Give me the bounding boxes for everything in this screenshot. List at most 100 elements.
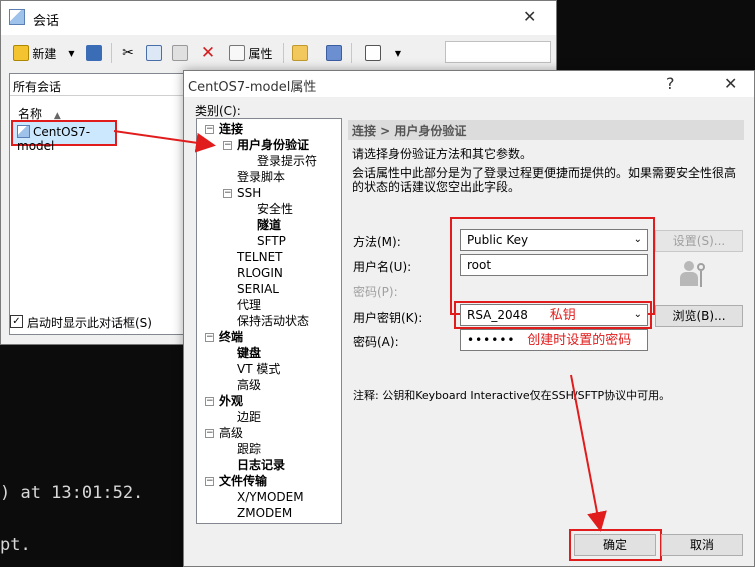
connect-button[interactable]	[83, 41, 105, 65]
properties-icon	[229, 45, 246, 61]
tree-item[interactable]: 终端	[219, 329, 243, 345]
dialog-title: CentOS7-model属性	[188, 80, 317, 95]
note-text: 注释: 公钥和Keyboard Interactive仅在SSH/SFTP协议中…	[353, 389, 671, 402]
ok-button[interactable]: 确定	[574, 534, 656, 556]
terminal-line: ) at 13:01:52.	[0, 483, 144, 503]
tree-item[interactable]: 连接	[219, 121, 243, 137]
tree-item[interactable]: 文件传输	[219, 473, 267, 489]
user-key-select[interactable]: RSA_2048 私钥 ⌄	[460, 304, 648, 326]
dropdown-arrow-icon: ▼	[68, 48, 75, 58]
tree-item[interactable]: 跟踪	[237, 441, 261, 457]
grid-button[interactable]	[323, 41, 345, 65]
tree-expander-icon[interactable]: −	[205, 125, 214, 134]
tree-item[interactable]: 登录提示符	[257, 153, 317, 169]
tree-item[interactable]: TELNET	[237, 249, 283, 265]
tree-item[interactable]: 高级	[237, 377, 261, 393]
tree-item[interactable]: 代理	[237, 297, 261, 313]
close-icon[interactable]: ✕	[724, 74, 737, 93]
dialog-titlebar: CentOS7-model属性 ? ✕	[184, 71, 754, 97]
toolbar-separator	[111, 43, 112, 63]
chevron-down-icon: ⌄	[633, 234, 642, 245]
session-item-centos7[interactable]: CentOS7-model	[11, 120, 117, 153]
tree-item[interactable]: 保持活动状态	[237, 313, 309, 329]
delete-x-icon: ✕	[200, 43, 216, 63]
tree-item[interactable]: RLOGIN	[237, 265, 283, 281]
category-tree: − 连接 − 用户身份验证 登录提示符 登录脚本 − SSH 安全性 隧道 SFTP TELNET RL…	[196, 118, 342, 524]
tree-item[interactable]: 安全性	[257, 201, 293, 217]
copy-icon	[146, 45, 162, 61]
properties-button[interactable]: 属性	[225, 41, 277, 65]
sessions-panel: 所有会话 名称 ▲ CentOS7-model	[9, 73, 189, 335]
passphrase-field[interactable]: •••••• 创建时设置的密码	[460, 329, 648, 351]
passphrase-annotation: 创建时设置的密码	[527, 333, 632, 348]
show-on-startup-checkbox[interactable]: ✓	[10, 315, 23, 328]
tree-item[interactable]: 外观	[219, 393, 243, 409]
tree-item[interactable]: ZMODEM	[237, 505, 292, 521]
new-button-label: 新建	[32, 46, 57, 61]
tree-expander-icon[interactable]: −	[205, 477, 214, 486]
terminal-line: pt.	[0, 535, 31, 555]
column-header-label: 名称	[18, 107, 43, 121]
paste-icon	[172, 45, 188, 61]
tree-item[interactable]: 日志记录	[237, 457, 285, 473]
search-input[interactable]	[445, 41, 551, 63]
username-field[interactable]: root	[460, 254, 648, 276]
tree-expander-icon[interactable]: −	[205, 333, 214, 342]
cancel-button[interactable]: 取消	[661, 534, 743, 556]
properties-button-label: 属性	[248, 46, 273, 61]
close-icon[interactable]: ✕	[523, 7, 536, 26]
tree-item[interactable]: 隧道	[257, 217, 281, 233]
show-on-startup-label: 启动时显示此对话框(S)	[27, 316, 152, 330]
username-label: 用户名(U):	[353, 260, 412, 274]
tree-item[interactable]: VT 模式	[237, 361, 280, 377]
properties-dialog: CentOS7-model属性 ? ✕ 类别(C): − 连接 − 用户身份验证 登录提…	[183, 70, 755, 567]
category-label: 类别(C):	[195, 104, 241, 118]
passphrase-value: ••••••	[467, 333, 516, 347]
tree-expander-icon[interactable]: −	[223, 189, 232, 198]
grid-icon	[326, 45, 342, 61]
network-icon	[86, 45, 102, 61]
user-key-value: RSA_2048	[467, 308, 528, 322]
method-value: Public Key	[467, 233, 529, 247]
terminal-background: ) at 13:01:52. pt.	[0, 345, 200, 567]
tree-item[interactable]: 登录脚本	[237, 169, 285, 185]
tree-item[interactable]: 边距	[237, 409, 261, 425]
breadcrumb: 连接 > 用户身份验证	[348, 120, 744, 140]
delete-button[interactable]: ✕	[197, 41, 219, 65]
description-text: 的状态的话建议您空出此字段。	[352, 180, 521, 194]
tree-item[interactable]: X/YMODEM	[237, 489, 304, 505]
password-label: 密码(P):	[353, 285, 398, 299]
app-icon	[9, 9, 25, 25]
paste-button[interactable]	[169, 41, 191, 65]
view-button[interactable]: ▼	[359, 41, 407, 65]
browse-button[interactable]: 浏览(B)...	[655, 305, 743, 327]
description-text: 请选择身份验证方法和其它参数。	[352, 147, 533, 161]
dropdown-arrow-icon: ▼	[394, 48, 402, 58]
scissors-icon: ✂	[122, 45, 134, 61]
toolbar-separator	[351, 43, 352, 63]
folder-icon	[292, 45, 308, 61]
user-key-icon	[680, 261, 708, 295]
method-select[interactable]: Public Key ⌄	[460, 229, 648, 251]
view-list-icon	[364, 45, 381, 61]
tree-item[interactable]: SFTP	[257, 233, 286, 249]
private-key-annotation: 私钥	[549, 308, 576, 323]
tree-item[interactable]: 键盘	[237, 345, 261, 361]
tree-item[interactable]: SSH	[237, 185, 261, 201]
folder-button[interactable]	[289, 41, 311, 65]
sessions-titlebar: 会话 ✕	[1, 1, 556, 35]
copy-button[interactable]	[143, 41, 165, 65]
tree-item[interactable]: 高级	[219, 425, 243, 441]
tree-expander-icon[interactable]: −	[205, 429, 214, 438]
panel-header: 所有会话	[10, 74, 188, 96]
new-button[interactable]: 新建 ▼	[7, 41, 81, 65]
sessions-toolbar: 新建 ▼ ✂ ✕ 属性 ▼	[1, 35, 556, 71]
tree-expander-icon[interactable]: −	[205, 397, 214, 406]
tree-expander-icon[interactable]: −	[223, 141, 232, 150]
column-header-name[interactable]: 名称 ▲	[10, 102, 188, 122]
cut-button[interactable]: ✂	[117, 41, 139, 65]
tree-item[interactable]: SERIAL	[237, 281, 279, 297]
help-icon[interactable]: ?	[666, 74, 675, 93]
tree-item[interactable]: 用户身份验证	[237, 137, 310, 153]
settings-button[interactable]: 设置(S)...	[655, 230, 743, 252]
